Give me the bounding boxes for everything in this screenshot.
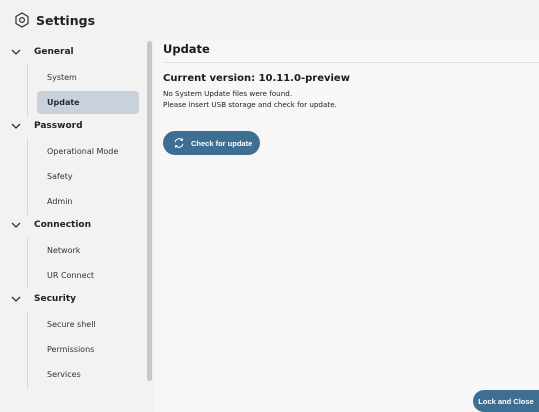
sidebar-item-label: Admin <box>47 197 73 206</box>
sidebar-item-label: Update <box>47 98 80 107</box>
sidebar-item-label: Secure shell <box>47 320 96 329</box>
sidebar-item-network[interactable]: Network <box>37 239 139 262</box>
current-version: Current version: 10.11.0-preview <box>163 73 350 84</box>
sidebar-item-label: Services <box>47 370 81 379</box>
lock-and-close-label: Lock and Close <box>478 396 534 406</box>
app-header: Settings <box>0 0 539 40</box>
group-divider <box>27 138 28 215</box>
lock-and-close-button[interactable]: Lock and Close <box>473 390 539 412</box>
sidebar-item-label: System <box>47 73 77 82</box>
sidebar-group-general[interactable]: General <box>10 42 74 62</box>
sidebar-item-services[interactable]: Services <box>37 363 139 386</box>
check-for-update-button[interactable]: Check for update <box>163 131 260 155</box>
main-panel: Update Current version: 10.11.0-preview … <box>155 40 539 412</box>
insert-usb-message: Please insert USB storage and check for … <box>163 100 337 109</box>
sidebar-group-connection[interactable]: Connection <box>10 215 91 235</box>
hexagon-gear-icon <box>14 12 30 28</box>
sidebar-item-label: UR Connect <box>47 271 95 280</box>
sidebar-scrollbar[interactable] <box>147 41 152 381</box>
sidebar-group-label: General <box>34 47 74 57</box>
sidebar-item-operational-mode[interactable]: Operational Mode <box>37 140 139 163</box>
sidebar-item-label: Operational Mode <box>47 147 119 156</box>
sidebar-group-label: Password <box>34 121 83 131</box>
sidebar-item-admin[interactable]: Admin <box>37 190 139 213</box>
sidebar-item-permissions[interactable]: Permissions <box>37 338 139 361</box>
chevron-down-icon <box>10 293 22 305</box>
page-title: Update <box>163 42 210 56</box>
sidebar-item-ur-connect[interactable]: UR Connect <box>37 264 139 287</box>
group-divider <box>27 237 28 289</box>
no-update-message: No System Update files were found. <box>163 89 293 98</box>
chevron-down-icon <box>10 120 22 132</box>
app-title: Settings <box>36 12 96 28</box>
chevron-down-icon <box>10 46 22 58</box>
sidebar-item-secure-shell[interactable]: Secure shell <box>37 313 139 336</box>
group-divider <box>27 64 28 116</box>
sidebar: General System Update Password Operation… <box>0 40 150 390</box>
sidebar-group-security[interactable]: Security <box>10 289 76 309</box>
check-for-update-label: Check for update <box>191 138 253 148</box>
sidebar-group-password[interactable]: Password <box>10 116 83 136</box>
chevron-down-icon <box>10 219 22 231</box>
sidebar-group-label: Security <box>34 294 77 304</box>
sidebar-group-label: Connection <box>34 220 92 230</box>
sidebar-item-system[interactable]: System <box>37 66 139 89</box>
sidebar-item-label: Network <box>47 246 81 255</box>
sidebar-item-label: Permissions <box>47 345 95 354</box>
sidebar-item-update[interactable]: Update <box>37 91 139 114</box>
sidebar-item-label: Safety <box>47 172 73 181</box>
sidebar-item-safety[interactable]: Safety <box>37 165 139 188</box>
group-divider <box>27 311 28 388</box>
title-divider <box>163 62 539 63</box>
refresh-icon <box>173 137 185 149</box>
